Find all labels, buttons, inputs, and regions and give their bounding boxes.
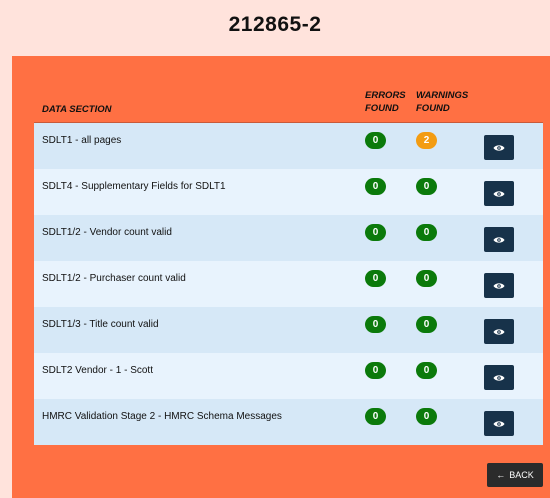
row-section-label: SDLT1/3 - Title count valid [42, 319, 159, 330]
validation-panel: DATA SECTION ERRORS FOUND WARNINGS FOUND… [12, 56, 550, 498]
header-errors-found: ERRORS FOUND [365, 90, 406, 114]
view-details-button[interactable] [484, 365, 514, 390]
view-details-button[interactable] [484, 411, 514, 436]
table-row: HMRC Validation Stage 2 - HMRC Schema Me… [34, 399, 543, 445]
view-details-button[interactable] [484, 319, 514, 344]
eye-icon [493, 144, 505, 151]
warnings-count-badge: 0 [416, 316, 437, 333]
row-section-label: SDLT1/2 - Purchaser count valid [42, 273, 186, 284]
header-data-section: DATA SECTION [42, 104, 112, 115]
back-button-label: BACK [509, 470, 534, 480]
eye-icon [493, 328, 505, 335]
table-body: SDLT1 - all pages 0 2 SDLT4 - Supplementary… [34, 123, 543, 445]
errors-count-badge: 0 [365, 132, 386, 149]
warnings-count-badge: 0 [416, 224, 437, 241]
warnings-count-badge: 0 [416, 270, 437, 287]
errors-count-badge: 0 [365, 408, 386, 425]
row-section-label: SDLT1/2 - Vendor count valid [42, 227, 172, 238]
table-row: SDLT1/3 - Title count valid 0 0 [34, 307, 543, 353]
errors-count-badge: 0 [365, 316, 386, 333]
view-details-button[interactable] [484, 135, 514, 160]
errors-count-badge: 0 [365, 224, 386, 241]
errors-count-badge: 0 [365, 362, 386, 379]
table-row: SDLT4 - Supplementary Fields for SDLT1 0 0 [34, 169, 543, 215]
errors-count-badge: 0 [365, 270, 386, 287]
warnings-count-badge: 0 [416, 178, 437, 195]
validation-table: DATA SECTION ERRORS FOUND WARNINGS FOUND… [34, 78, 543, 445]
table-header: DATA SECTION ERRORS FOUND WARNINGS FOUND [34, 78, 543, 123]
view-details-button[interactable] [484, 227, 514, 252]
row-section-label: SDLT4 - Supplementary Fields for SDLT1 [42, 181, 226, 192]
view-details-button[interactable] [484, 181, 514, 206]
warnings-count-badge: 0 [416, 408, 437, 425]
row-section-label: SDLT2 Vendor - 1 - Scott [42, 365, 153, 376]
row-section-label: HMRC Validation Stage 2 - HMRC Schema Me… [42, 411, 282, 422]
table-row: SDLT2 Vendor - 1 - Scott 0 0 [34, 353, 543, 399]
back-button[interactable]: ← BACK [487, 463, 543, 487]
row-section-label: SDLT1 - all pages [42, 135, 122, 146]
warnings-count-badge: 0 [416, 362, 437, 379]
page-title: 212865-2 [228, 13, 322, 36]
table-row: SDLT1 - all pages 0 2 [34, 123, 543, 169]
eye-icon [493, 374, 505, 381]
errors-count-badge: 0 [365, 178, 386, 195]
eye-icon [493, 420, 505, 427]
eye-icon [493, 282, 505, 289]
view-details-button[interactable] [484, 273, 514, 298]
arrow-left-icon: ← [496, 470, 506, 480]
header-warnings-found: WARNINGS FOUND [416, 90, 469, 114]
table-row: SDLT1/2 - Vendor count valid 0 0 [34, 215, 543, 261]
eye-icon [493, 190, 505, 197]
table-row: SDLT1/2 - Purchaser count valid 0 0 [34, 261, 543, 307]
eye-icon [493, 236, 505, 243]
warnings-count-badge: 2 [416, 132, 437, 149]
